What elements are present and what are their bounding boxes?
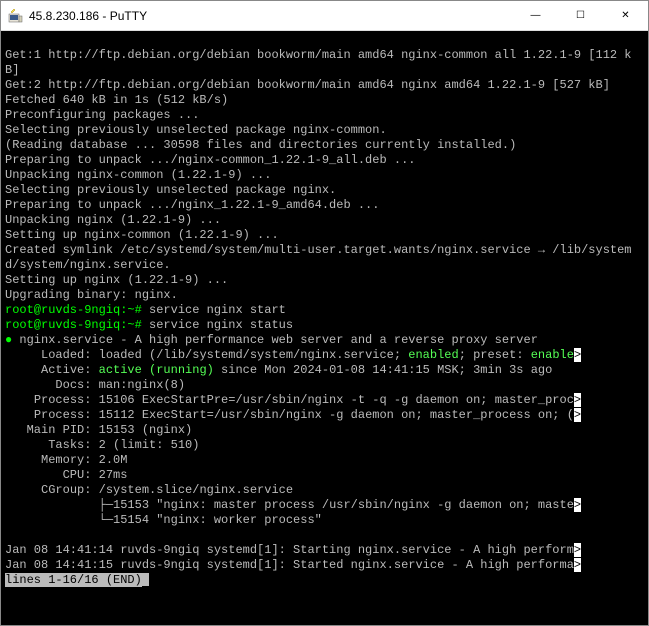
status-memory: Memory: 2.0M <box>5 453 127 467</box>
status-active-post: since Mon 2024-01-08 14:41:15 MSK; 3min … <box>214 363 552 377</box>
enabled-text: enabled <box>408 348 458 362</box>
close-button[interactable]: ✕ <box>603 1 648 30</box>
terminal-area[interactable]: Get:1 http://ftp.debian.org/debian bookw… <box>1 31 648 625</box>
overflow-arrow-icon: > <box>574 393 581 407</box>
output-line: Get:1 http://ftp.debian.org/debian bookw… <box>5 48 632 77</box>
status-loaded-mid: ; preset: <box>459 348 531 362</box>
active-running: active (running) <box>99 363 214 377</box>
output-line: Fetched 640 kB in 1s (512 kB/s) <box>5 93 228 107</box>
window-title: 45.8.230.186 - PuTTY <box>29 9 513 23</box>
service-title: nginx.service - A high performance web s… <box>12 333 538 347</box>
output-line: Setting up nginx-common (1.22.1-9) ... <box>5 228 279 242</box>
status-cgroup: CGroup: /system.slice/nginx.service <box>5 483 293 497</box>
command: service nginx status <box>142 318 293 332</box>
status-active-pre: Active: <box>5 363 99 377</box>
output-line: Created symlink /etc/systemd/system/mult… <box>5 243 632 272</box>
output-line: Selecting previously unselected package … <box>5 123 387 137</box>
status-loaded: Loaded: loaded (/lib/systemd/system/ngin… <box>5 348 408 362</box>
status-mainpid: Main PID: 15153 (nginx) <box>5 423 192 437</box>
command: service nginx start <box>142 303 286 317</box>
output-line: Setting up nginx (1.22.1-9) ... <box>5 273 228 287</box>
output-line: Get:2 http://ftp.debian.org/debian bookw… <box>5 78 610 92</box>
status-process: Process: 15106 ExecStartPre=/usr/sbin/ng… <box>5 393 574 407</box>
titlebar[interactable]: 45.8.230.186 - PuTTY — ☐ ✕ <box>1 1 648 31</box>
minimize-button[interactable]: — <box>513 1 558 30</box>
output-line: Selecting previously unselected package … <box>5 183 336 197</box>
prompt: root@ruvds-9ngiq:~# <box>5 318 142 332</box>
pager-status: lines 1-16/16 (END) <box>5 573 142 587</box>
status-process: Process: 15112 ExecStart=/usr/sbin/nginx… <box>5 408 574 422</box>
overflow-arrow-icon: > <box>574 348 581 362</box>
output-line: Preparing to unpack .../nginx-common_1.2… <box>5 153 415 167</box>
window-buttons: — ☐ ✕ <box>513 1 648 30</box>
prompt: root@ruvds-9ngiq:~# <box>5 303 142 317</box>
overflow-arrow-icon: > <box>574 543 581 557</box>
putty-icon <box>7 8 23 24</box>
overflow-arrow-icon: > <box>574 558 581 572</box>
journal-line: Jan 08 14:41:14 ruvds-9ngiq systemd[1]: … <box>5 543 574 557</box>
status-cpu: CPU: 27ms <box>5 468 127 482</box>
output-line: Unpacking nginx (1.22.1-9) ... <box>5 213 221 227</box>
output-line: Preconfiguring packages ... <box>5 108 199 122</box>
maximize-button[interactable]: ☐ <box>558 1 603 30</box>
status-docs: Docs: man:nginx(8) <box>5 378 185 392</box>
cgroup-tree: ├─15153 "nginx: master process /usr/sbin… <box>5 498 574 512</box>
putty-window: 45.8.230.186 - PuTTY — ☐ ✕ Get:1 http://… <box>0 0 649 626</box>
output-line: Unpacking nginx-common (1.22.1-9) ... <box>5 168 271 182</box>
journal-line: Jan 08 14:41:15 ruvds-9ngiq systemd[1]: … <box>5 558 574 572</box>
overflow-arrow-icon: > <box>574 498 581 512</box>
output-line: (Reading database ... 30598 files and di… <box>5 138 516 152</box>
cgroup-tree: └─15154 "nginx: worker process" <box>5 513 322 527</box>
output-line: Upgrading binary: nginx. <box>5 288 178 302</box>
overflow-arrow-icon: > <box>574 408 581 422</box>
output-line: Preparing to unpack .../nginx_1.22.1-9_a… <box>5 198 379 212</box>
status-tasks: Tasks: 2 (limit: 510) <box>5 438 199 452</box>
enabled-text: enable <box>531 348 574 362</box>
cursor-icon <box>142 573 149 586</box>
